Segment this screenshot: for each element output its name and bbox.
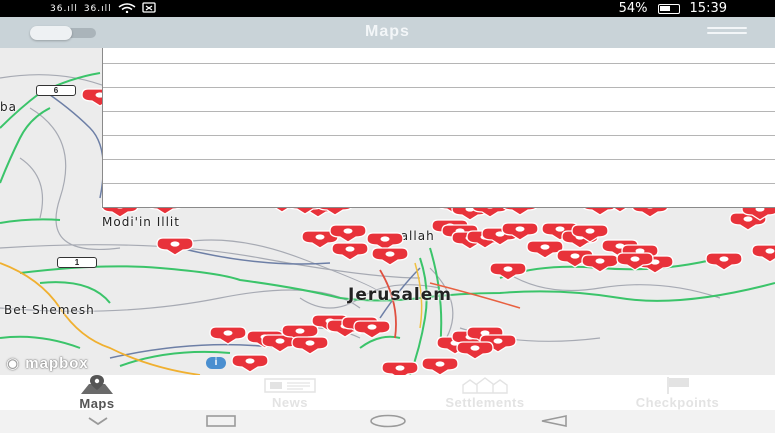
info-icon[interactable]: i (206, 357, 226, 369)
tab-checkpoints-label: Checkpoints (635, 395, 720, 410)
map-marker[interactable] (331, 242, 369, 261)
system-nav-bar (0, 410, 775, 433)
back-icon[interactable] (538, 414, 570, 433)
mapbox-circle-icon: ◉ (6, 355, 26, 372)
status-right: 54% 15:39 (619, 1, 727, 16)
dropdown-row[interactable] (103, 136, 775, 160)
map-marker[interactable] (371, 247, 409, 266)
mapbox-attribution: mapbox (25, 355, 89, 372)
dropdown-row[interactable] (103, 160, 775, 184)
tab-maps[interactable]: Maps (52, 375, 142, 411)
chevron-down-icon[interactable] (86, 414, 110, 433)
alarm-icon (142, 2, 156, 16)
flag-icon (663, 375, 693, 394)
signal-icon-2: 36.ıll (83, 4, 112, 14)
map-marker[interactable] (421, 357, 459, 375)
tab-news[interactable]: News (240, 375, 340, 410)
map-marker[interactable] (156, 237, 194, 256)
signal-indicators: 36.ıll 36.ıll (50, 2, 156, 16)
map-marker[interactable] (456, 341, 494, 360)
dropdown-row[interactable] (103, 64, 775, 88)
map-marker[interactable] (489, 262, 527, 281)
battery-percent: 54% (618, 1, 648, 16)
battery-icon (657, 3, 680, 14)
newspaper-icon (263, 375, 317, 394)
clock: 15:39 (689, 1, 727, 16)
dropdown-row[interactable] (103, 88, 775, 112)
map-marker[interactable] (353, 320, 391, 339)
settlement-icon (460, 375, 510, 394)
tab-checkpoints[interactable]: Checkpoints (585, 375, 770, 410)
map-marker[interactable] (231, 354, 269, 373)
map-marker[interactable] (751, 244, 775, 263)
dropdown-list (102, 48, 775, 208)
recents-icon[interactable] (205, 414, 237, 433)
bottom-nav: Maps News Settlements Checkpoints (0, 375, 775, 411)
dropdown-row[interactable] (103, 112, 775, 136)
map-marker[interactable] (291, 336, 329, 355)
signal-icon-1: 36.ıll (50, 4, 78, 14)
map-marker[interactable] (705, 252, 743, 271)
app-header: Maps (0, 17, 775, 48)
tab-maps-label: Maps (79, 396, 115, 411)
wifi-icon (118, 2, 136, 16)
mapbox-logo: ◉ mapbox (6, 354, 89, 372)
map-pin-icon (77, 375, 117, 395)
map-marker[interactable] (209, 326, 247, 345)
map-marker[interactable] (381, 361, 419, 375)
tab-settlements[interactable]: Settlements (395, 375, 575, 410)
map-marker[interactable] (581, 254, 619, 273)
page-title: Maps (365, 23, 410, 40)
status-bar: 36.ıll 36.ıll 54% 15:39 (0, 0, 775, 17)
home-icon[interactable] (368, 414, 408, 433)
dropdown-row[interactable] (103, 48, 775, 64)
hamburger-icon[interactable] (707, 27, 747, 39)
tab-news-label: News (272, 395, 308, 410)
tab-settlements-label: Settlements (445, 395, 525, 410)
